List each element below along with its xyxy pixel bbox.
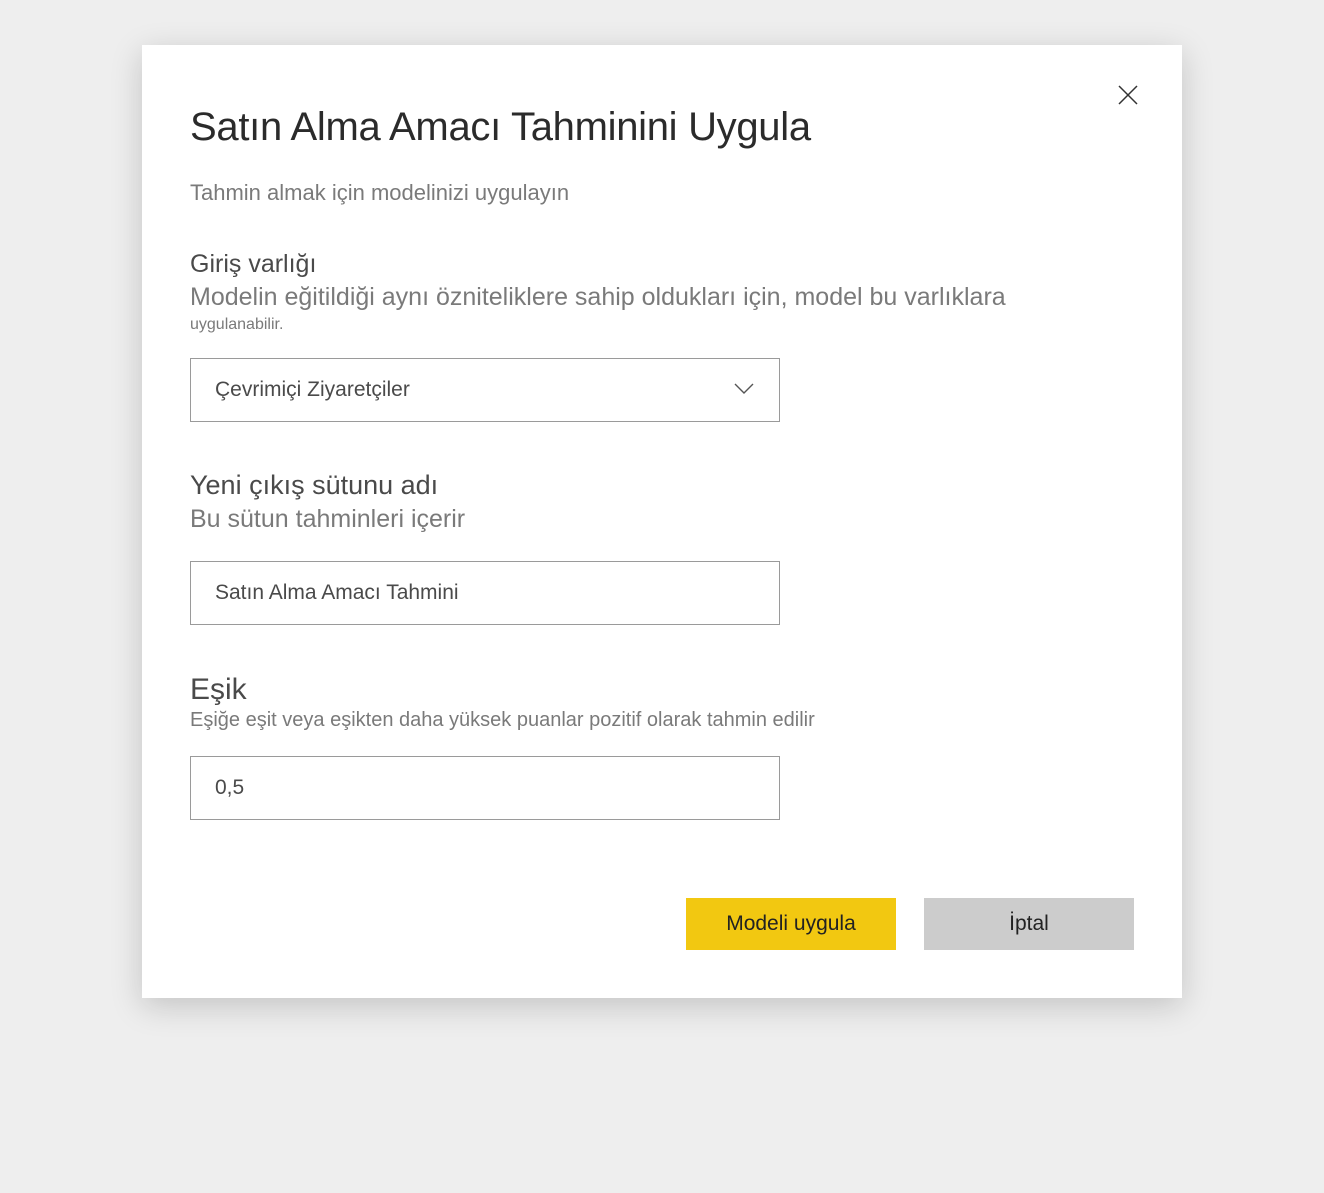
input-entity-section: Giriş varlığı Modelin eğitildiği aynı öz…: [190, 250, 1134, 422]
input-entity-label: Giriş varlığı: [190, 250, 1134, 279]
apply-model-dialog: Satın Alma Amacı Tahminini Uygula Tahmin…: [142, 45, 1182, 998]
output-column-label: Yeni çıkış sütunu adı: [190, 470, 1134, 501]
output-column-section: Yeni çıkış sütunu adı Bu sütun tahminler…: [190, 470, 1134, 625]
threshold-hint: Eşiğe eşit veya eşikten daha yüksek puan…: [190, 709, 1134, 732]
threshold-label: Eşik: [190, 673, 1134, 707]
dialog-footer: Modeli uygula İptal: [190, 898, 1134, 950]
input-entity-hint-line1: Modelin eğitildiği aynı özniteliklere sa…: [190, 281, 1134, 315]
close-icon: [1116, 83, 1140, 107]
threshold-section: Eşik Eşiğe eşit veya eşikten daha yüksek…: [190, 673, 1134, 820]
threshold-input[interactable]: [190, 756, 780, 820]
output-column-input[interactable]: [190, 561, 780, 625]
input-entity-select[interactable]: Çevrimiçi Ziyaretçiler: [190, 358, 780, 422]
dialog-title: Satın Alma Amacı Tahminini Uygula: [190, 105, 1134, 150]
output-column-hint: Bu sütun tahminleri içerir: [190, 503, 1134, 537]
dialog-subtitle: Tahmin almak için modelinizi uygulayın: [190, 180, 1134, 206]
cancel-button[interactable]: İptal: [924, 898, 1134, 950]
input-entity-selected-value: Çevrimiçi Ziyaretçiler: [215, 378, 410, 402]
apply-model-button[interactable]: Modeli uygula: [686, 898, 896, 950]
input-entity-hint-line2: uygulanabilir.: [190, 315, 1134, 334]
close-button[interactable]: [1110, 77, 1146, 113]
chevron-down-icon: [733, 378, 755, 402]
